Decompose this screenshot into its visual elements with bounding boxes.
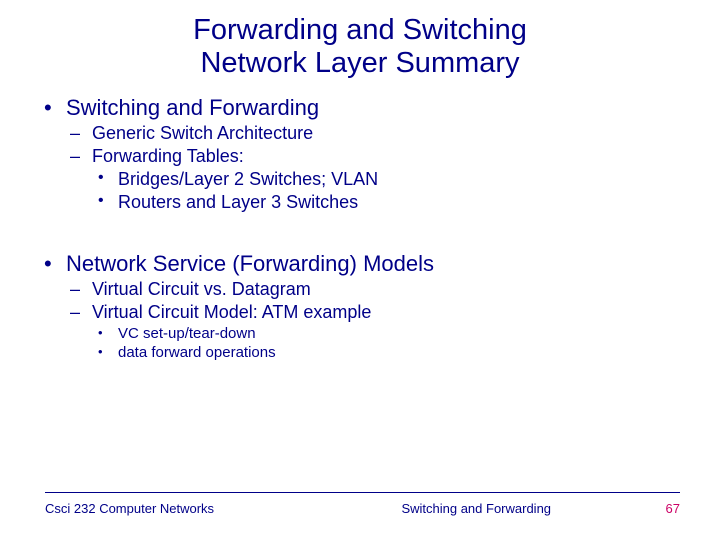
footer-center: Switching and Forwarding: [333, 501, 621, 516]
section-1-heading: Switching and Forwarding: [66, 95, 319, 120]
item-text: Virtual Circuit Model: ATM example: [92, 302, 371, 322]
item-text: data forward operations: [118, 344, 276, 361]
title-line-2: Network Layer Summary: [200, 47, 519, 79]
item-text: Virtual Circuit vs. Datagram: [92, 279, 311, 299]
footer-left: Csci 232 Computer Networks: [45, 501, 333, 516]
item-text: Forwarding Tables:: [92, 146, 244, 166]
title-line-1: Forwarding and Switching: [193, 14, 527, 46]
slide-body: Switching and Forwarding Generic Switch …: [0, 95, 720, 361]
section-2-heading: Network Service (Forwarding) Models: [66, 251, 434, 276]
spacer: [40, 217, 690, 247]
footer-divider: [45, 492, 680, 493]
bullet-section-1: Switching and Forwarding Generic Switch …: [40, 95, 690, 213]
slide-title: Forwarding and Switching Network Layer S…: [0, 0, 720, 91]
list-item: Virtual Circuit Model: ATM example VC se…: [66, 302, 690, 361]
slide: Forwarding and Switching Network Layer S…: [0, 0, 720, 540]
list-item: data forward operations: [92, 344, 690, 361]
list-item: Forwarding Tables: Bridges/Layer 2 Switc…: [66, 146, 690, 213]
item-text: VC set-up/tear-down: [118, 325, 256, 342]
list-item: Virtual Circuit vs. Datagram: [66, 279, 690, 300]
item-text: Bridges/Layer 2 Switches; VLAN: [118, 169, 378, 189]
list-item: Generic Switch Architecture: [66, 123, 690, 144]
list-item: Routers and Layer 3 Switches: [92, 192, 690, 213]
list-item: Bridges/Layer 2 Switches; VLAN: [92, 169, 690, 190]
list-item: VC set-up/tear-down: [92, 325, 690, 342]
page-number: 67: [620, 501, 680, 516]
slide-footer: Csci 232 Computer Networks Switching and…: [0, 492, 720, 516]
footer-row: Csci 232 Computer Networks Switching and…: [45, 501, 680, 516]
item-text: Generic Switch Architecture: [92, 123, 313, 143]
bullet-section-2: Network Service (Forwarding) Models Virt…: [40, 251, 690, 361]
item-text: Routers and Layer 3 Switches: [118, 192, 358, 212]
